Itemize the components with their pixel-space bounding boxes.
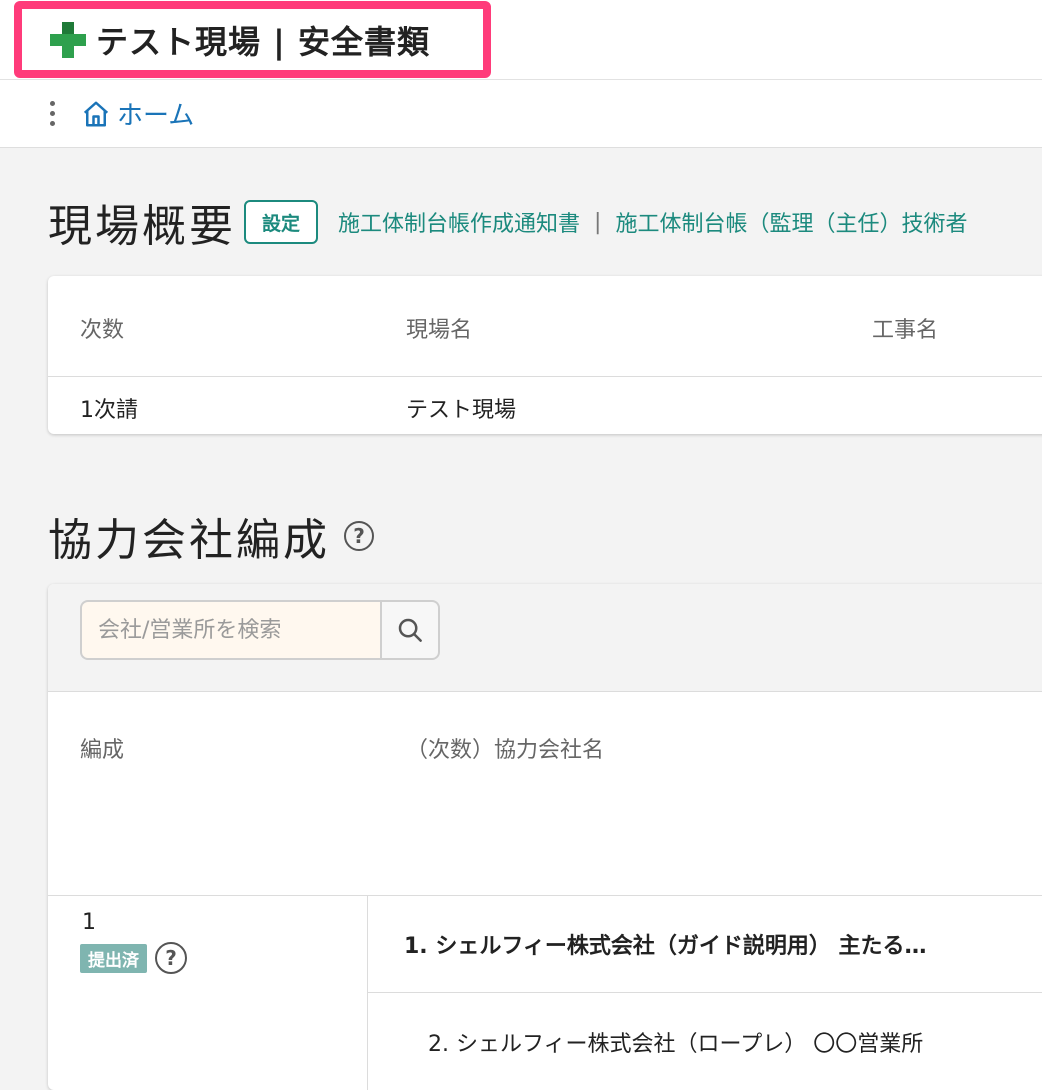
partners-header: 協力会社編成 ? <box>48 504 374 568</box>
status-badge: 提出済 <box>80 943 147 973</box>
kebab-menu-icon[interactable] <box>50 101 55 126</box>
overview-header: 現場概要 設定 施工体制台帳作成通知書 | 施工体制台帳（監理（主任）技術者 <box>48 192 967 252</box>
partners-heading: 協力会社編成 <box>48 515 330 566</box>
app-header: テスト現場 | 安全書類 <box>0 0 1042 80</box>
home-link[interactable]: ホーム <box>81 95 194 132</box>
partners-table: 編成 （次数）協力会社名 1 提出済 ? 1. シェルフィー株式会社（ガイド説明… <box>48 584 1042 1090</box>
search-bar <box>48 584 1042 692</box>
col-header-tier: 次数 <box>80 318 125 343</box>
green-plus-icon <box>48 20 88 60</box>
company-row[interactable]: 1. シェルフィー株式会社（ガイド説明用） 主たる… <box>368 896 1042 993</box>
site-title: テスト現場 | 安全書類 <box>96 22 430 61</box>
cell-site-name: テスト現場 <box>406 398 517 423</box>
partners-header-row: 編成 （次数）協力会社名 <box>48 692 1042 896</box>
col-header-group: 編成 <box>80 738 125 763</box>
search-group <box>80 600 440 660</box>
help-icon[interactable]: ? <box>344 521 374 551</box>
col-header-company: （次数）協力会社名 <box>406 738 605 763</box>
settings-button[interactable]: 設定 <box>244 200 319 244</box>
brand-highlight-box: テスト現場 | 安全書類 <box>14 1 491 78</box>
home-icon <box>83 101 109 126</box>
home-label: ホーム <box>117 101 195 131</box>
company-search-input[interactable] <box>80 600 380 660</box>
group-number: 1 <box>82 910 96 935</box>
cell-tier: 1次請 <box>80 398 138 423</box>
doc-link-notice[interactable]: 施工体制台帳作成通知書 <box>338 206 580 238</box>
document-links: 施工体制台帳作成通知書 | 施工体制台帳（監理（主任）技術者 <box>338 206 967 238</box>
link-separator: | <box>594 209 602 235</box>
status-help-icon[interactable]: ? <box>155 942 187 974</box>
search-button[interactable] <box>380 600 440 660</box>
company-name: 2. シェルフィー株式会社（ロープレ） 〇〇営業所 <box>428 1031 924 1057</box>
col-header-work-name: 工事名 <box>872 318 939 343</box>
group-cell: 1 提出済 ? <box>48 896 368 1090</box>
overview-table: 次数 現場名 工事名 1次請 テスト現場 <box>48 276 1042 434</box>
company-row[interactable]: 2. シェルフィー株式会社（ロープレ） 〇〇営業所 <box>368 993 1042 1090</box>
col-header-site-name: 現場名 <box>406 318 473 343</box>
overview-heading: 現場概要 <box>48 201 236 252</box>
nav-bar: ホーム <box>0 80 1042 148</box>
company-name: 1. シェルフィー株式会社（ガイド説明用） 主たる… <box>404 934 927 959</box>
search-icon <box>398 618 422 642</box>
status-row: 提出済 ? <box>80 942 187 974</box>
doc-link-ledger[interactable]: 施工体制台帳（監理（主任）技術者 <box>615 206 967 238</box>
